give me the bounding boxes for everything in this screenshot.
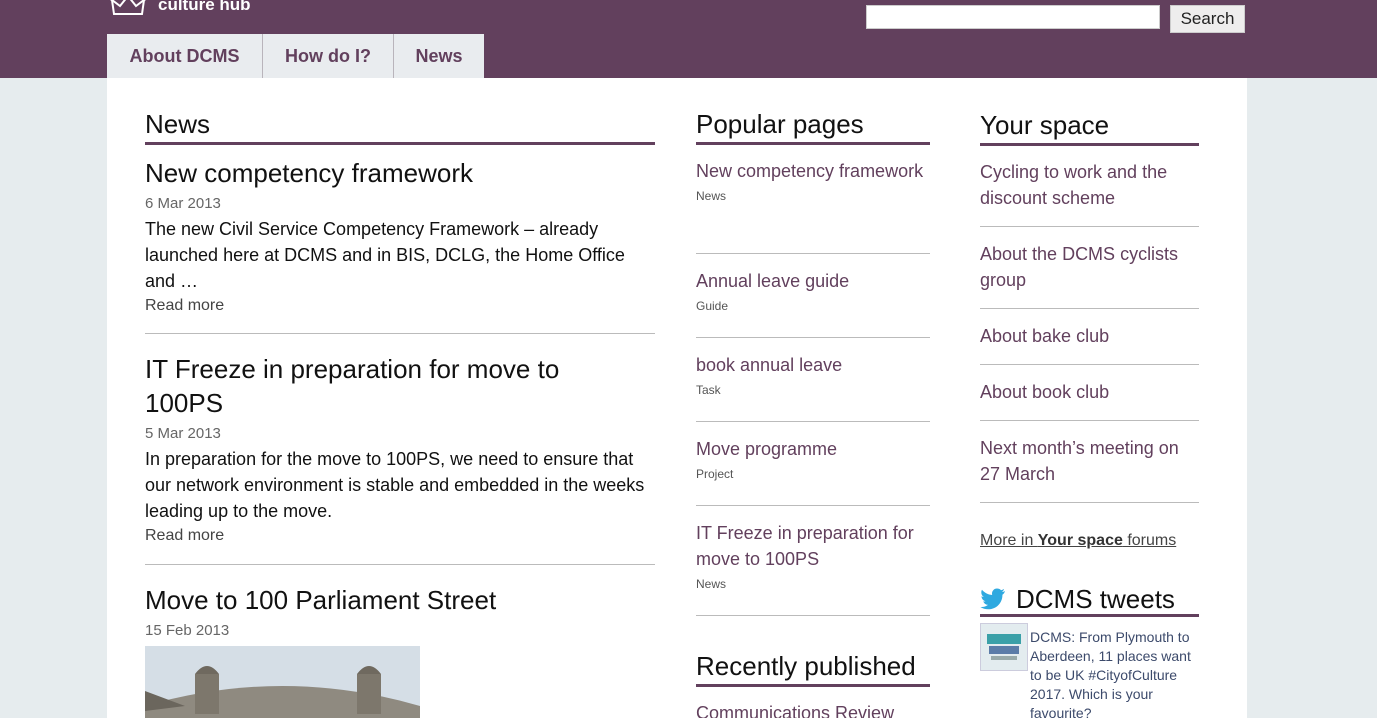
news-item: IT Freeze in preparation for move to 100… [145, 352, 655, 565]
dcms-tweets-heading: DCMS tweets [980, 580, 1199, 617]
popular-item-type: News [696, 189, 727, 203]
popular-item-type: Task [696, 383, 721, 397]
site-header: culture hub Search About DCMS How do I? … [0, 0, 1377, 78]
search-input[interactable] [866, 5, 1160, 29]
news-heading: News [145, 108, 655, 145]
twitter-bird-icon [980, 588, 1005, 610]
nav-tab-about-dcms[interactable]: About DCMS [107, 34, 263, 78]
popular-item-link[interactable]: book annual leave [696, 352, 930, 378]
news-item-date: 6 Mar 2013 [145, 195, 221, 212]
space-item-link[interactable]: About the DCMS cyclists group [980, 241, 1199, 293]
tweets-heading-text: DCMS tweets [1016, 584, 1175, 614]
more-prefix: More in [980, 532, 1038, 549]
building-photo [145, 646, 420, 718]
popular-item: New competency framework News [696, 158, 930, 254]
news-item-date: 5 Mar 2013 [145, 425, 221, 442]
popular-item-type: Project [696, 467, 734, 481]
space-item: About bake club [980, 323, 1199, 365]
search-button[interactable]: Search [1170, 5, 1245, 33]
more-suffix: forums [1122, 532, 1177, 549]
space-item: About the DCMS cyclists group [980, 241, 1199, 309]
news-item-summary: The new Civil Service Competency Framewo… [145, 219, 625, 291]
popular-item: IT Freeze in preparation for move to 100… [696, 520, 930, 616]
popular-pages-heading: Popular pages [696, 108, 930, 145]
popular-item-link[interactable]: Move programme [696, 436, 930, 462]
news-item-title[interactable]: New competency framework [145, 156, 655, 190]
popular-item: book annual leave Task [696, 352, 930, 422]
recent-item-link[interactable]: Communications Review [696, 700, 894, 718]
more-in-your-space-link[interactable]: More in Your space forums [980, 532, 1176, 550]
crown-icon [110, 0, 146, 15]
space-item-link[interactable]: Cycling to work and the discount scheme [980, 159, 1199, 211]
news-item-title[interactable]: IT Freeze in preparation for move to 100… [145, 352, 605, 420]
read-more-link[interactable]: Read more [145, 524, 224, 548]
news-item: New competency framework 6 Mar 2013 The … [145, 156, 655, 334]
nav-tab-how-do-i[interactable]: How do I? [263, 34, 394, 78]
popular-item: Move programme Project [696, 436, 930, 506]
news-item-title[interactable]: Move to 100 Parliament Street [145, 583, 655, 617]
space-item-link[interactable]: About book club [980, 379, 1199, 405]
main-nav: About DCMS How do I? News [107, 34, 484, 78]
popular-item-link[interactable]: Annual leave guide [696, 268, 930, 294]
logo-text: culture hub [158, 0, 251, 14]
tweet-avatar[interactable] [980, 623, 1028, 671]
tweet-text[interactable]: DCMS: From Plymouth to Aberdeen, 11 plac… [1030, 628, 1202, 718]
news-item: Move to 100 Parliament Street 15 Feb 201… [145, 583, 655, 641]
recently-published-heading: Recently published [696, 650, 930, 687]
nav-tab-news[interactable]: News [394, 34, 484, 78]
main-content: News New competency framework 6 Mar 2013… [107, 78, 1247, 718]
avatar-image [981, 624, 1027, 670]
popular-item-link[interactable]: IT Freeze in preparation for move to 100… [696, 520, 930, 572]
read-more-link[interactable]: Read more [145, 294, 224, 318]
popular-item-type: News [696, 577, 727, 591]
space-item: About book club [980, 379, 1199, 421]
news-item-date: 15 Feb 2013 [145, 622, 230, 639]
news-item-summary: In preparation for the move to 100PS, we… [145, 449, 645, 521]
site-logo[interactable]: culture hub [110, 0, 251, 18]
popular-item-type: Guide [696, 299, 729, 313]
space-item-link[interactable]: Next month’s meeting on 27 March [980, 435, 1199, 487]
news-item-image[interactable] [145, 646, 420, 718]
space-item: Next month’s meeting on 27 March [980, 435, 1199, 503]
popular-item-link[interactable]: New competency framework [696, 158, 930, 184]
popular-item: Annual leave guide Guide [696, 268, 930, 338]
your-space-heading: Your space [980, 109, 1199, 146]
more-bold: Your space [1037, 532, 1123, 549]
space-item: Cycling to work and the discount scheme [980, 159, 1199, 227]
space-item-link[interactable]: About bake club [980, 323, 1199, 349]
